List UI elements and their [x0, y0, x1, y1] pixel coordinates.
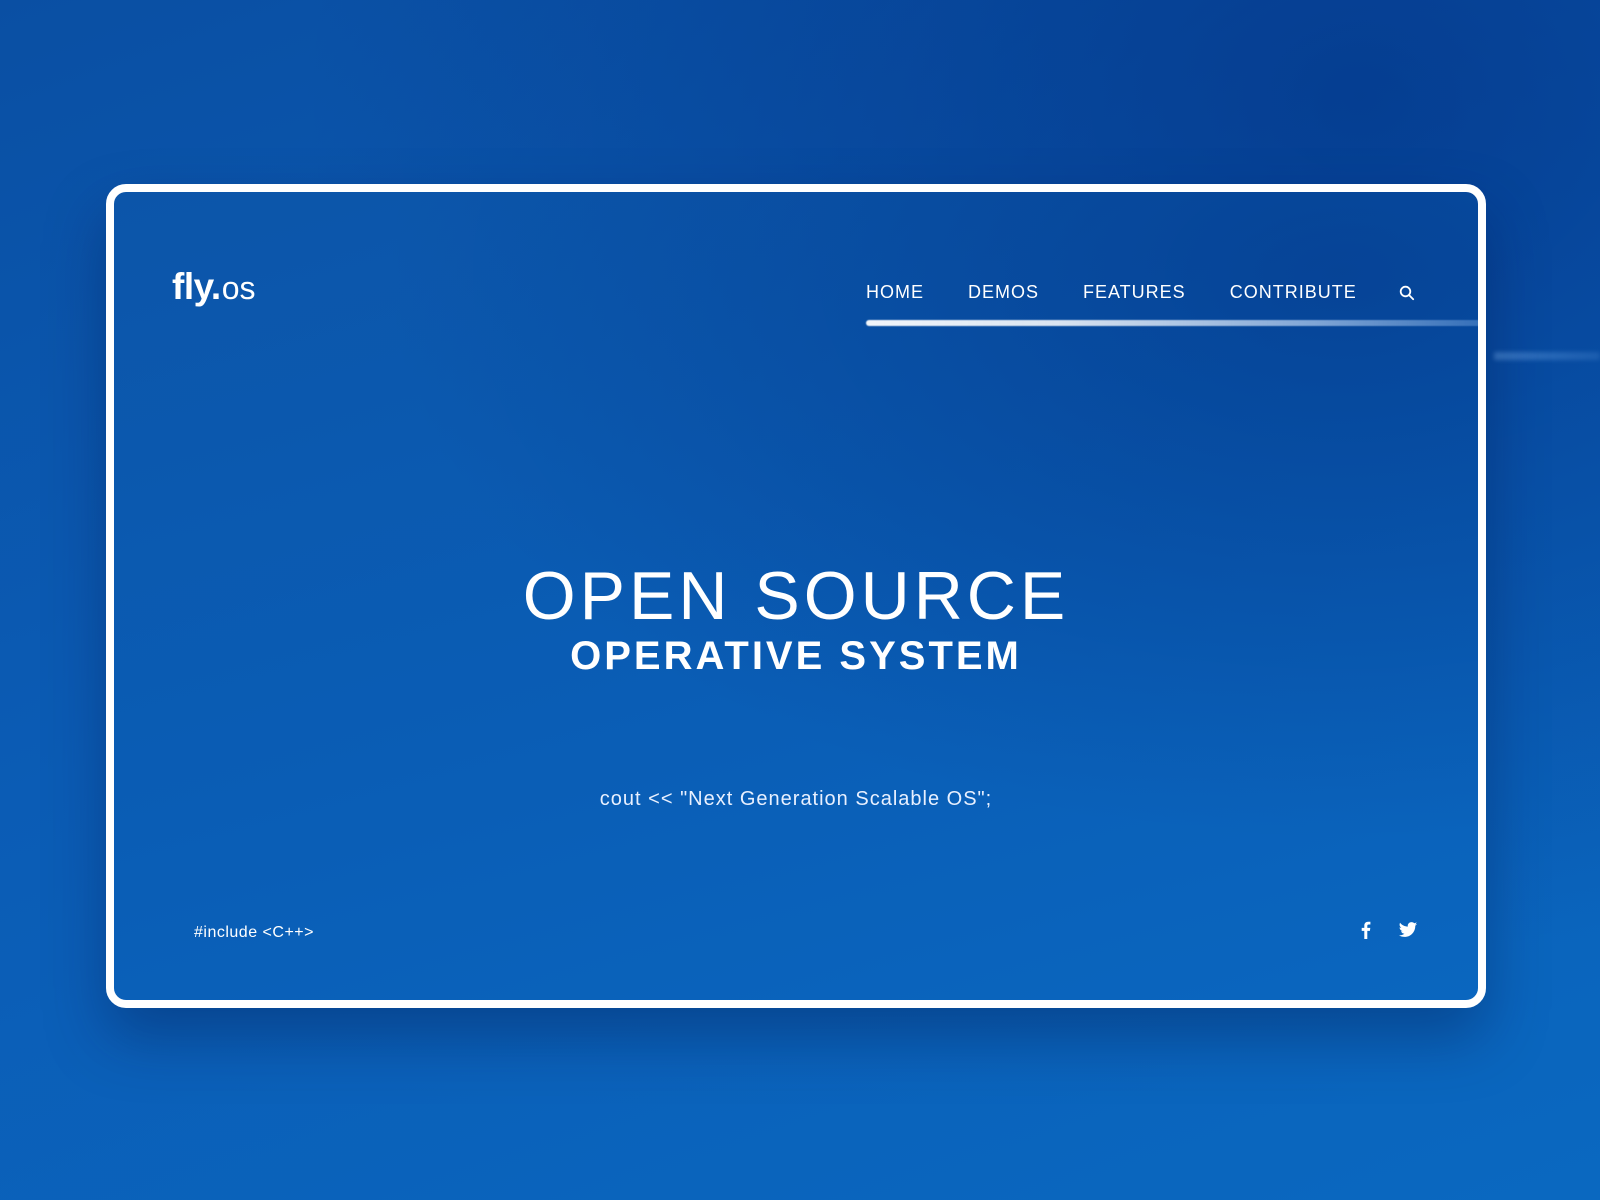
footer-code-label: #include <C++>: [194, 924, 314, 941]
logo-main-text: fly.: [172, 266, 221, 307]
nav-item-home[interactable]: HOME: [866, 282, 924, 303]
logo[interactable]: fly.os: [172, 268, 256, 305]
browser-frame: fly.os HOME DEMOS FEATURES CONTRIBUTE OP…: [106, 184, 1486, 1008]
nav-item-contribute[interactable]: CONTRIBUTE: [1230, 282, 1357, 303]
main-nav: HOME DEMOS FEATURES CONTRIBUTE: [866, 282, 1415, 303]
facebook-icon[interactable]: [1356, 920, 1376, 940]
hero-title: OPEN SOURCE: [522, 558, 1070, 634]
social-links: [1334, 920, 1418, 940]
nav-item-features[interactable]: FEATURES: [1083, 282, 1186, 303]
nav-item-demos[interactable]: DEMOS: [968, 282, 1039, 303]
twitter-icon[interactable]: [1398, 920, 1418, 940]
hero-subtitle: OPERATIVE SYSTEM: [570, 634, 1022, 678]
logo-suffix-text: os: [221, 270, 256, 306]
hero-tagline: cout << "Next Generation Scalable OS";: [599, 788, 993, 810]
contrail-decoration-outer: [1494, 352, 1600, 360]
hero: OPEN SOURCE OPERATIVE SYSTEM: [114, 562, 1478, 676]
search-icon[interactable]: [1399, 285, 1415, 301]
page: { "brand": { "name_main": "fly.", "name_…: [0, 0, 1600, 1200]
contrail-decoration: [866, 320, 1478, 326]
